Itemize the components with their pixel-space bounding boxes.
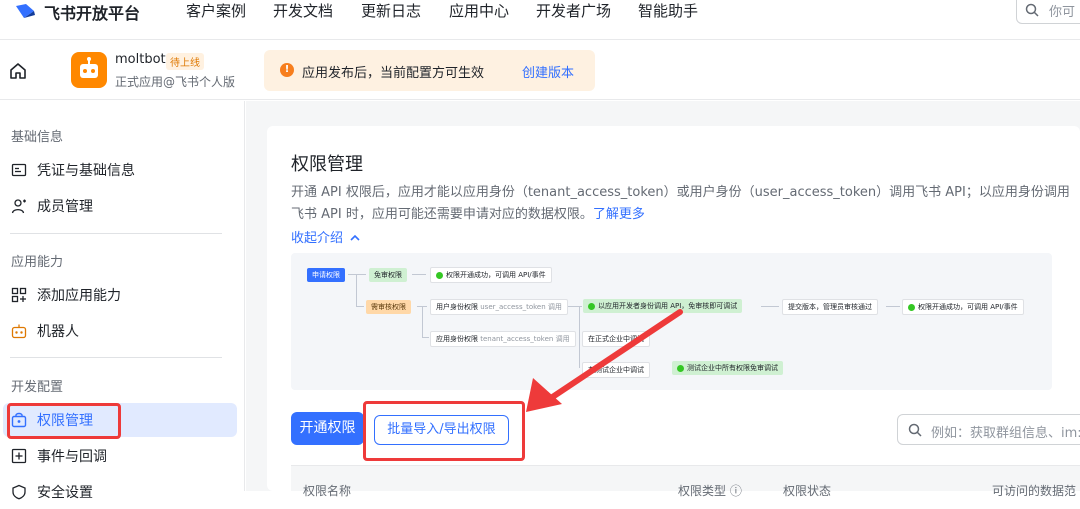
app-subtitle: 正式应用@飞书个人版 [115,75,236,89]
sidebar-item-label: 机器人 [37,324,79,340]
section-title-dev-config: 开发配置 [11,380,64,395]
sidebar-divider [10,233,222,234]
flow-test-result-text: 测试企业中所有权限免审调试 [687,364,778,372]
sidebar-item-label: 成员管理 [37,199,93,215]
sidebar-item-events[interactable]: 事件与回调 [3,439,237,473]
flow-app-permission-label: 应用身份权限 [436,335,478,343]
status-badge: 待上线 [166,53,204,70]
sidebar-item-label: 凭证与基础信息 [37,163,135,179]
chevron-up-icon [350,234,360,241]
flow-submit: 提交版本，管理员审核通过 [782,299,878,315]
sidebar-item-label: 安全设置 [37,485,93,501]
sidebar-item-add-capability[interactable]: 添加应用能力 [3,278,237,312]
event-icon [11,448,27,464]
sidebar-item-label: 添加应用能力 [37,288,121,304]
app-avatar [71,52,107,88]
brand-name[interactable]: 飞书开放平台 [44,0,140,24]
search-icon [1025,3,1039,17]
flow-final-result: 权限开通成功，可调用 API/事件 [902,299,1024,315]
nav-dev-plaza[interactable]: 开发者广场 [536,0,611,21]
app-header: moltbot 待上线 正式应用@飞书个人版 ! 应用发布后，当前配置方可生效 … [0,40,1080,100]
description-text: 开通 API 权限后，应用才能以应用身份（tenant_access_token… [291,185,1070,222]
success-dot-icon [677,364,684,372]
success-dot-icon [908,303,915,311]
flow-user-token: user_access_token 调用 [480,303,562,311]
permission-search-input[interactable]: 例如：获取群组信息、im: [897,414,1080,445]
publish-notice-banner: ! 应用发布后，当前配置方可生效 创建版本 [264,50,595,91]
flow-final-result-text: 权限开通成功，可调用 API/事件 [918,303,1018,311]
nav-changelog[interactable]: 更新日志 [361,0,421,21]
nav-app-center[interactable]: 应用中心 [449,0,509,21]
permission-flow-diagram: 申请权限 免审权限 权限开通成功，可调用 API/事件 需审核权限 用户身份权限… [291,253,1052,390]
robot-avatar-icon [80,57,98,78]
credential-icon [11,163,27,177]
nav-dev-docs[interactable]: 开发文档 [273,0,333,21]
flow-no-review-result: 权限开通成功，可调用 API/事件 [430,267,552,283]
sidebar-item-robot[interactable]: 机器人 [3,314,237,348]
top-search-input[interactable]: 你可 [1016,0,1080,24]
robot-icon [11,324,27,339]
permission-search-placeholder: 例如：获取群组信息、im: [931,426,1080,441]
search-icon [908,423,922,437]
feishu-logo-icon [16,4,35,18]
collapse-intro-toggle[interactable]: 收起介绍 [291,227,360,246]
section-title-capabilities: 应用能力 [11,255,64,270]
top-search-placeholder: 你可 [1049,5,1076,20]
sidebar-divider [10,357,222,358]
flow-dev-call: 以应用开发者身份调用 API，免审核即可调试 [583,299,743,313]
app-name: moltbot [115,52,166,67]
nav-customer-cases[interactable]: 客户案例 [186,0,246,21]
annotation-highlight-box [7,403,121,439]
create-version-link[interactable]: 创建版本 [522,62,574,81]
flow-test-debug: 在测试企业中调试 [582,362,650,378]
add-capability-icon [11,287,27,303]
success-dot-icon [436,271,443,279]
flow-formal-debug: 在正式企业中调试 [582,331,650,347]
flow-test-result: 测试企业中所有权限免审调试 [672,361,783,375]
open-permission-button[interactable]: 开通权限 [291,412,364,445]
collapse-label: 收起介绍 [291,231,344,246]
page-description: 开通 API 权限后，应用才能以应用身份（tenant_access_token… [291,182,1076,226]
sidebar-item-members[interactable]: 成员管理 [3,189,237,223]
flow-app-permission: 应用身份权限 tenant_access_token 调用 [430,331,576,347]
section-title-basic: 基础信息 [11,130,64,145]
success-dot-icon [588,302,595,310]
member-icon [11,199,26,214]
warning-icon: ! [280,63,294,77]
learn-more-link[interactable]: 了解更多 [593,207,645,222]
flow-no-review: 免审权限 [369,268,407,282]
sidebar-item-credentials[interactable]: 凭证与基础信息 [3,153,237,187]
nav-ai-assistant[interactable]: 智能助手 [638,0,698,21]
sidebar-item-label: 事件与回调 [37,449,107,465]
notice-text: 应用发布后，当前配置方可生效 [302,66,485,81]
flow-tenant-token: tenant_access_token 调用 [480,335,570,343]
home-icon[interactable] [9,62,27,80]
flow-no-review-result-text: 权限开通成功，可调用 API/事件 [446,271,546,279]
flow-apply-permission: 申请权限 [307,268,345,282]
page-title: 权限管理 [291,154,363,175]
flow-user-permission: 用户身份权限 user_access_token 调用 [430,299,568,315]
flow-dev-call-text: 以应用开发者身份调用 API，免审核即可调试 [598,302,738,310]
top-nav-bar: 飞书开放平台 客户案例 开发文档 更新日志 应用中心 开发者广场 智能助手 你可 [0,0,1080,40]
flow-user-permission-label: 用户身份权限 [436,303,478,311]
annotation-highlight-box [363,401,525,461]
sidebar-item-security[interactable]: 安全设置 [3,475,237,509]
flow-need-review: 需审核权限 [366,300,411,314]
security-icon [12,484,26,500]
